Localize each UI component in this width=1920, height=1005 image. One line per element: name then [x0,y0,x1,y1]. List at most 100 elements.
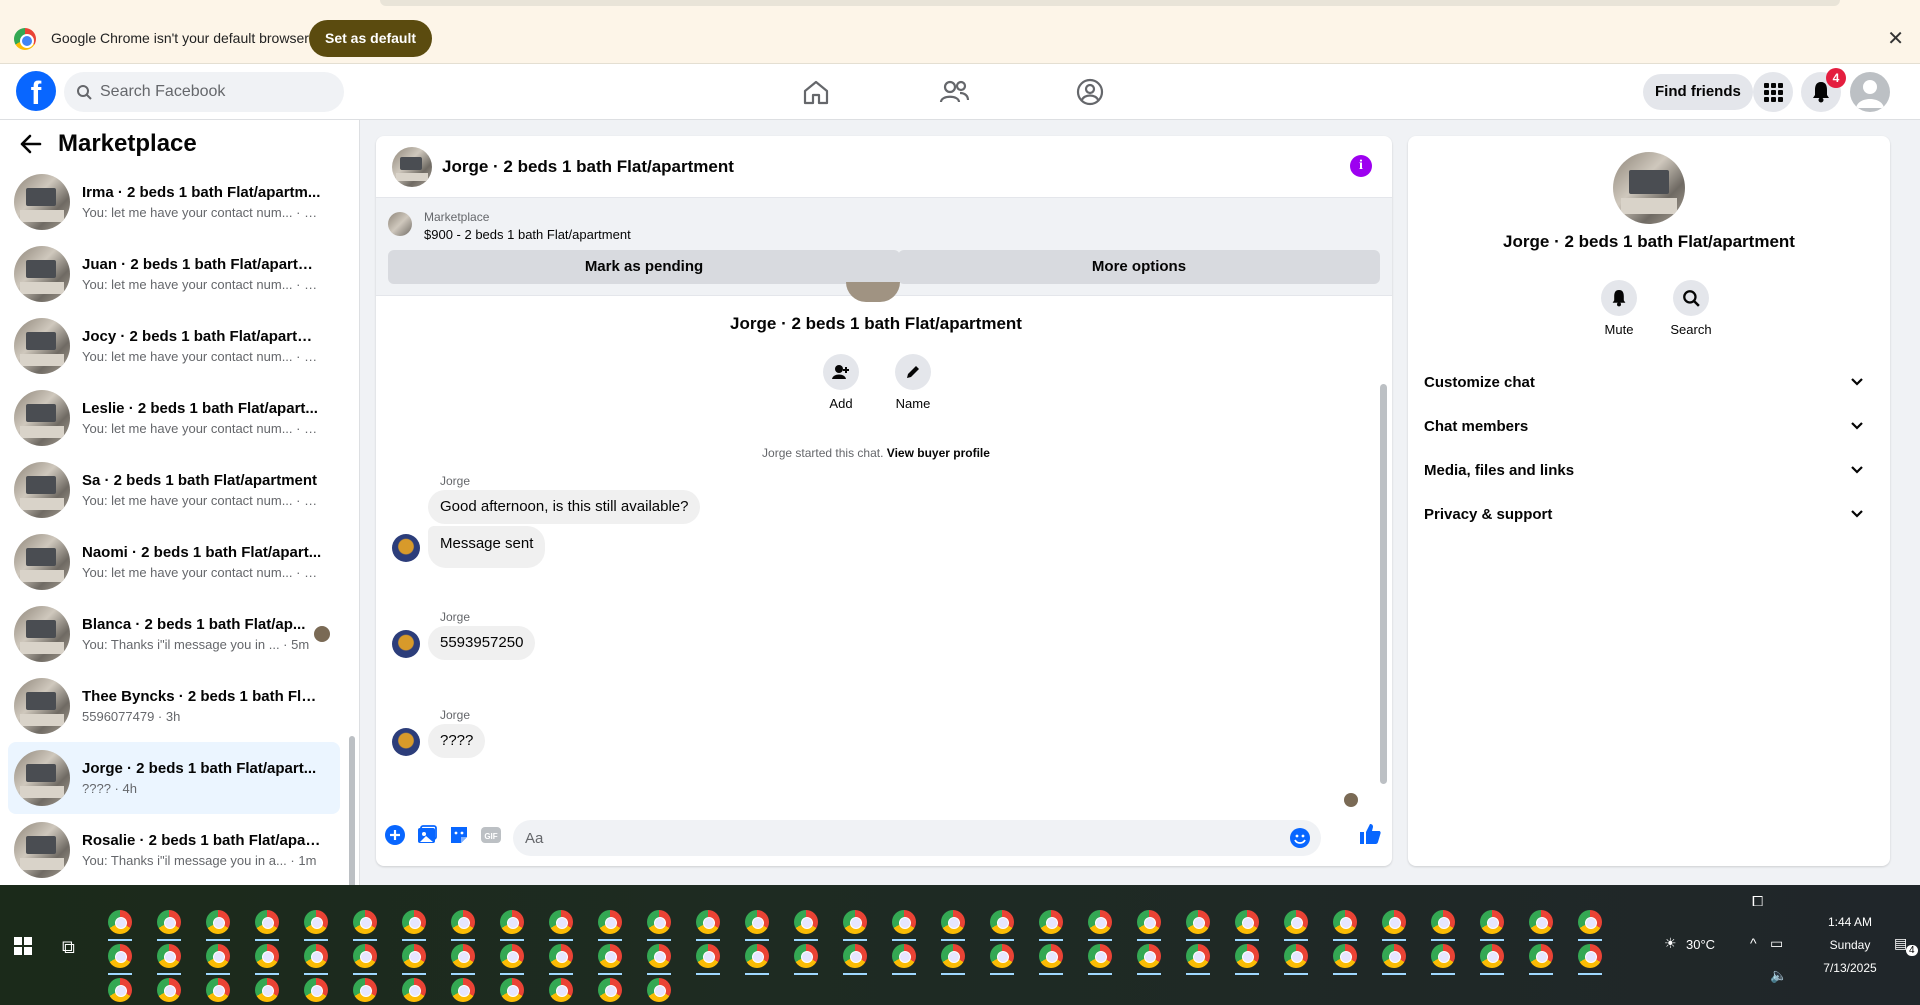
taskbar-browser-window-icon[interactable] [247,971,287,1005]
search-icon[interactable] [1673,280,1709,316]
set-default-button[interactable]: Set as default [309,20,433,57]
taskbar-browser-window-icon[interactable] [1423,937,1463,975]
windows-start-icon[interactable] [14,937,32,955]
taskbar-browser-window-icon[interactable] [443,937,483,975]
bell-icon[interactable] [1601,280,1637,316]
section-chat-members[interactable]: Chat members [1424,404,1874,448]
plus-circle-icon[interactable] [384,824,406,846]
conversation-item[interactable]: Naomi · 2 beds 1 bath Flat/apart... You: … [8,526,340,598]
taskbar-browser-window-icon[interactable] [1080,903,1120,941]
taskbar-browser-window-icon[interactable] [198,937,238,975]
taskbar-browser-window-icon[interactable] [443,971,483,1005]
weather-icon[interactable]: ☀ [1664,935,1677,952]
taskbar-browser-window-icon[interactable] [247,903,287,941]
friends-icon[interactable] [938,78,970,106]
tray-overflow-icon[interactable]: ^ [1750,935,1757,951]
taskbar-browser-window-icon[interactable] [100,971,140,1005]
search-input[interactable] [100,83,320,101]
taskbar-browser-window-icon[interactable] [1325,903,1365,941]
more-options-button[interactable]: More options [898,250,1380,284]
back-arrow-icon[interactable] [20,134,42,154]
taskbar-browser-window-icon[interactable] [345,937,385,975]
scrollbar-thumb[interactable] [1380,384,1387,784]
chat-avatar[interactable] [392,146,432,187]
message-input-wrapper[interactable] [513,820,1321,856]
conversation-item[interactable]: Blanca · 2 beds 1 bath Flat/ap... You: Th… [8,598,340,670]
conversation-item-active[interactable]: Jorge · 2 beds 1 bath Flat/apart... ???? … [8,742,340,814]
taskbar-browser-window-icon[interactable] [541,971,581,1005]
taskbar-browser-window-icon[interactable] [1472,903,1512,941]
conversation-item[interactable]: Thee Byncks · 2 beds 1 bath Flat... 55960… [8,670,340,742]
sender-avatar[interactable] [392,630,420,658]
conversation-item[interactable]: Juan · 2 beds 1 bath Flat/apartm... You: … [8,238,340,310]
taskbar-browser-window-icon[interactable] [1178,903,1218,941]
taskbar-browser-window-icon[interactable] [198,971,238,1005]
taskbar-browser-window-icon[interactable] [639,937,679,975]
search-bar[interactable] [64,72,344,112]
chat-scrollbar[interactable] [1378,304,1388,806]
taskbar-browser-window-icon[interactable] [443,903,483,941]
view-buyer-profile-link[interactable]: View buyer profile [887,446,990,460]
pencil-icon[interactable] [895,354,931,390]
taskbar-browser-window-icon[interactable] [296,971,336,1005]
taskbar-browser-window-icon[interactable] [982,903,1022,941]
add-action[interactable]: Add [806,354,876,411]
taskbar-browser-window-icon[interactable] [1276,937,1316,975]
taskbar-browser-window-icon[interactable] [737,903,777,941]
task-view-icon[interactable]: ⧉ [62,937,75,958]
name-action[interactable]: Name [878,354,948,411]
taskbar-browser-window-icon[interactable] [786,937,826,975]
mark-pending-button[interactable]: Mark as pending [388,250,900,284]
add-person-icon[interactable] [823,354,859,390]
gif-icon[interactable]: GIF [480,824,502,846]
taskbar-browser-window-icon[interactable] [100,903,140,941]
clock-date[interactable]: 7/13/2025 [1802,961,1898,975]
taskbar-browser-window-icon[interactable] [1374,903,1414,941]
taskbar-browser-window-icon[interactable] [590,903,630,941]
taskbar-browser-window-icon[interactable] [394,971,434,1005]
taskbar-browser-window-icon[interactable] [1472,937,1512,975]
weather-temp[interactable]: 30°C [1686,937,1715,952]
sidebar-scrollbar[interactable] [348,166,356,896]
taskbar-browser-window-icon[interactable] [296,903,336,941]
sender-avatar[interactable] [392,534,420,562]
groups-icon[interactable] [1074,78,1106,106]
taskbar-browser-window-icon[interactable] [1423,903,1463,941]
section-customize-chat[interactable]: Customize chat [1424,360,1874,404]
taskbar-browser-window-icon[interactable] [100,937,140,975]
mute-action[interactable]: Mute [1584,280,1654,337]
taskbar-browser-window-icon[interactable] [1227,937,1267,975]
details-avatar[interactable] [1613,152,1685,224]
sender-avatar[interactable] [392,728,420,756]
conversation-item[interactable]: Leslie · 2 beds 1 bath Flat/apart... You:… [8,382,340,454]
conversation-item[interactable]: Rosalie · 2 beds 1 bath Flat/apar... You:… [8,814,340,886]
taskbar-browser-window-icon[interactable] [688,937,728,975]
info-icon[interactable]: i [1350,155,1372,177]
conversation-item[interactable]: Jocy · 2 beds 1 bath Flat/apartm... You: … [8,310,340,382]
listing-thumbnail[interactable] [388,212,412,236]
message-bubble[interactable]: 5593957250 [428,626,536,660]
taskbar-browser-window-icon[interactable] [1325,937,1365,975]
profile-avatar[interactable] [1850,72,1890,112]
page-scrollbar[interactable] [1906,120,1920,885]
menu-grid-icon[interactable] [1753,72,1793,112]
message-bubble[interactable]: Good afternoon, is this still available? [428,490,701,524]
taskbar-browser-window-icon[interactable] [884,903,924,941]
taskbar-browser-window-icon[interactable] [590,971,630,1005]
chat-title[interactable]: Jorge · 2 beds 1 bath Flat/apartment [442,157,734,177]
taskbar-browser-window-icon[interactable] [737,937,777,975]
taskbar-browser-window-icon[interactable] [492,903,532,941]
taskbar-browser-window-icon[interactable] [345,971,385,1005]
taskbar-browser-window-icon[interactable] [394,903,434,941]
taskbar-browser-window-icon[interactable] [1521,937,1561,975]
find-friends-button[interactable]: Find friends [1643,74,1753,110]
thumbs-up-icon[interactable] [1358,822,1382,846]
taskbar-browser-window-icon[interactable] [1129,903,1169,941]
photo-icon[interactable] [416,824,438,846]
taskbar-browser-window-icon[interactable] [541,937,581,975]
taskbar-browser-window-icon[interactable] [1129,937,1169,975]
message-input[interactable] [525,820,1265,856]
scrollbar-thumb[interactable] [349,736,355,896]
taskbar-browser-window-icon[interactable] [1276,903,1316,941]
taskbar-browser-window-icon[interactable] [639,971,679,1005]
